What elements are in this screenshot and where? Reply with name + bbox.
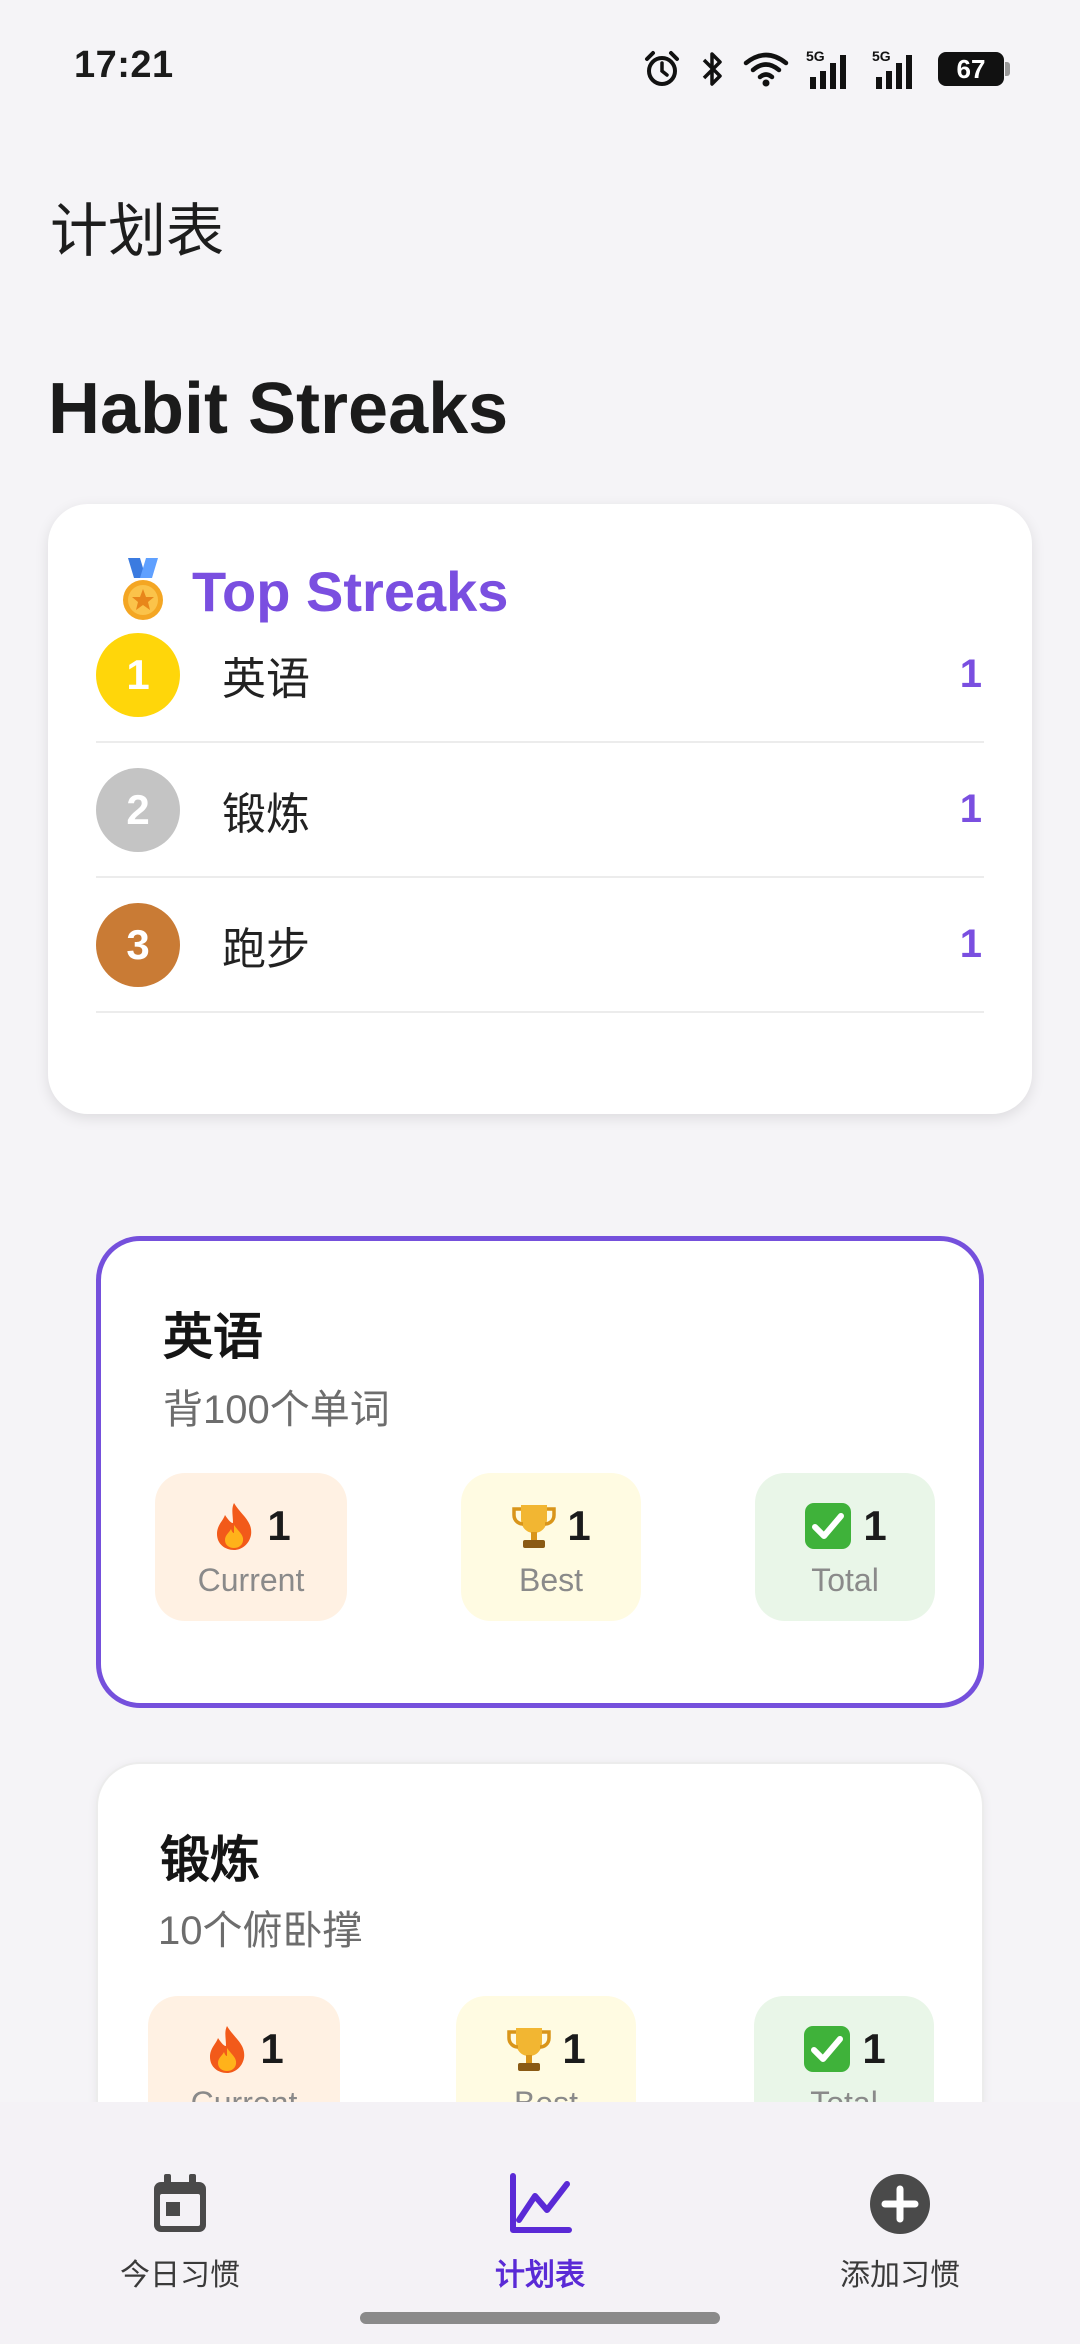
total-count-label: Total <box>811 1561 879 1598</box>
best-streak-value: 1 <box>567 1501 591 1549</box>
trophy-icon <box>507 2027 552 2071</box>
signal-5g-icon: 5G <box>806 48 846 89</box>
habit-description: 背100个单词 <box>163 1388 390 1432</box>
streak-value: 1 <box>959 652 982 696</box>
nav-item-add-habit[interactable]: 添加习惯 <box>780 2172 1020 2294</box>
alarm-icon <box>645 51 679 86</box>
nav-item-today[interactable]: 今日习惯 <box>60 2172 300 2294</box>
stat-best: 1 Best <box>456 1996 636 2102</box>
rank-badge: 1 <box>96 632 180 717</box>
trophy-icon <box>512 1504 557 1548</box>
habit-card[interactable]: 锻炼 10个俯卧撑 1 Current 1 <box>96 1762 984 2102</box>
best-streak-label: Best <box>514 2085 578 2103</box>
status-time: 17:21 <box>74 44 174 86</box>
rank-badge: 3 <box>96 902 180 987</box>
streak-row[interactable]: 1 英语 1 <box>96 608 984 743</box>
status-bar: 17:21 5G 5G 67 <box>0 0 1080 130</box>
best-streak-value: 1 <box>562 2024 586 2072</box>
fire-icon <box>210 2025 245 2073</box>
current-streak-label: Current <box>191 2085 298 2103</box>
total-count-label: Total <box>810 2085 878 2103</box>
habit-name: 锻炼 <box>160 1832 260 1888</box>
svg-text:5G: 5G <box>872 48 891 64</box>
rank-badge: 2 <box>96 767 180 852</box>
check-icon <box>804 2025 851 2072</box>
nav-label: 添加习惯 <box>840 2259 960 2292</box>
stat-best: 1 Best <box>461 1473 641 1621</box>
streak-value: 1 <box>959 787 982 831</box>
best-streak-label: Best <box>518 1561 584 1598</box>
nav-label: 今日习惯 <box>120 2259 240 2292</box>
streak-habit-name: 英语 <box>222 654 310 704</box>
stat-current: 1 Current <box>148 1996 340 2102</box>
fire-icon <box>217 1502 252 1550</box>
nav-item-plan[interactable]: 计划表 <box>420 2172 660 2294</box>
streak-habit-name: 跑步 <box>222 924 310 974</box>
home-indicator[interactable] <box>360 2312 720 2324</box>
habit-name: 英语 <box>163 1309 263 1365</box>
stat-total: 1 Total <box>755 1473 935 1621</box>
total-count-value: 1 <box>863 1501 887 1549</box>
chart-line-icon <box>510 2173 572 2233</box>
page-heading: Habit Streaks <box>48 369 509 449</box>
streak-row[interactable]: 2 锻炼 1 <box>96 743 984 878</box>
bluetooth-icon <box>702 52 722 86</box>
bottom-nav: 今日习惯 计划表 添加习惯 <box>0 2102 1080 2344</box>
wifi-icon <box>743 52 789 87</box>
scroll-clip: 锻炼 10个俯卧撑 1 Current 1 <box>0 1730 1080 2102</box>
streak-value: 1 <box>959 922 982 966</box>
top-streaks-card: Top Streaks 1 英语 1 2 锻炼 1 3 跑步 1 <box>48 504 1032 1114</box>
add-circle-icon <box>870 2174 930 2234</box>
stat-total: 1 Total <box>754 1996 934 2102</box>
habit-card[interactable]: 英语 背100个单词 1 Current 1 Best 1 Total <box>96 1236 984 1708</box>
nav-label: 计划表 <box>495 2259 585 2292</box>
svg-text:5G: 5G <box>806 48 825 64</box>
total-count-value: 1 <box>862 2024 886 2072</box>
current-streak-value: 1 <box>267 1501 291 1549</box>
status-icons: 5G 5G 67 <box>642 44 1010 94</box>
current-streak-value: 1 <box>260 2024 284 2072</box>
current-streak-label: Current <box>197 1561 305 1598</box>
signal-5g-icon: 5G <box>872 48 912 89</box>
battery-icon: 67 <box>938 52 1010 86</box>
calendar-icon <box>154 2174 206 2232</box>
streak-habit-name: 锻炼 <box>222 789 310 839</box>
habit-description: 10个俯卧撑 <box>158 1909 363 1953</box>
stat-current: 1 Current <box>155 1473 347 1621</box>
app-title: 计划表 <box>50 199 225 264</box>
check-icon <box>805 1502 852 1549</box>
streak-row[interactable]: 3 跑步 1 <box>96 878 984 1013</box>
